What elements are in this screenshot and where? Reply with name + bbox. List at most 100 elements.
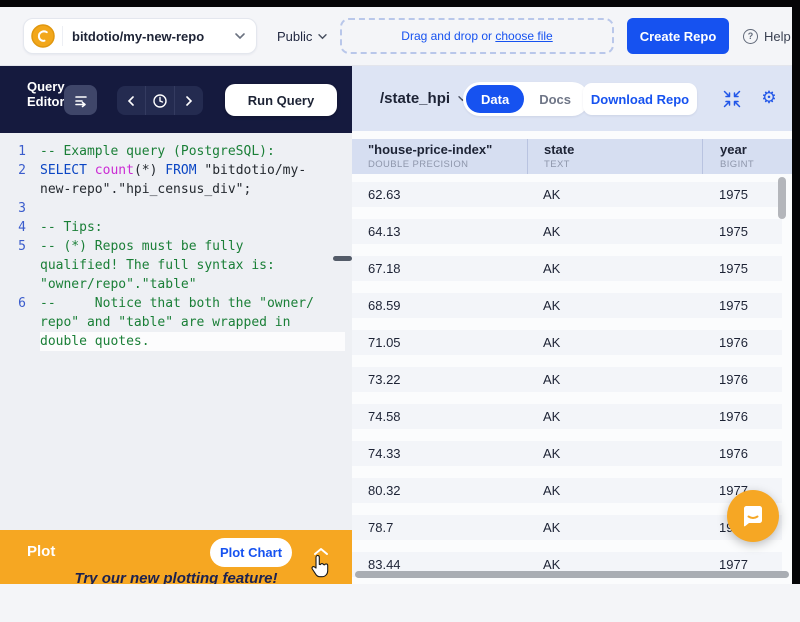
horizontal-scrollbar-thumb[interactable]: [355, 571, 789, 578]
history-next-button[interactable]: [174, 86, 203, 115]
gear-icon: ⚙: [761, 88, 777, 108]
code-line: 6 -- Notice that both the "owner/repo" an…: [0, 294, 352, 351]
table-cell: 1976: [719, 372, 748, 387]
table-cell: AK: [543, 557, 561, 572]
panel-resize-handle[interactable]: [333, 256, 352, 261]
query-history-controls: [117, 86, 203, 115]
chevron-up-icon: [314, 547, 328, 555]
table-cell: AK: [543, 224, 561, 239]
table-row[interactable]: 78.7AK1977: [352, 515, 782, 540]
line-number: 4: [18, 220, 26, 235]
column-type: BIGINT: [720, 159, 755, 170]
tab-docs[interactable]: Docs: [524, 85, 586, 113]
frame-top-border: [0, 0, 800, 7]
table-cell: 1976: [719, 335, 748, 350]
code-text: -- (*) Repos must be fully qualified! Th…: [40, 237, 317, 294]
table-cell: 62.63: [368, 187, 401, 202]
format-query-button[interactable]: [64, 85, 97, 115]
table-row[interactable]: 71.05 AK 1976: [352, 330, 782, 355]
table-cell: 1975: [719, 224, 748, 239]
data-panel-header: /state_hpi Data Docs Download Repo ⚙: [352, 66, 792, 131]
plot-bar: Plot Plot Chart Try our new plotting fea…: [0, 530, 352, 584]
table-cell: AK: [543, 483, 561, 498]
collapse-arrows-icon: [723, 90, 741, 108]
column-header[interactable]: "house-price-index" DOUBLE PRECISION: [352, 139, 527, 174]
code-text: -- Notice that both the "owner/repo" and…: [40, 294, 317, 351]
token-comment: -- Notice that both the "owner/repo" and…: [40, 296, 314, 349]
table-row[interactable]: 80.32 AK 1977: [352, 478, 782, 503]
table-row[interactable]: 68.59 AK 1975: [352, 293, 782, 318]
table-cell: AK: [543, 372, 561, 387]
repo-selector[interactable]: bitdotio/my-new-repo: [23, 18, 257, 54]
tab-data[interactable]: Data: [466, 85, 525, 113]
token-keyword: FROM: [165, 163, 197, 178]
choose-file-link[interactable]: choose file: [495, 29, 552, 43]
visibility-dropdown[interactable]: Public: [271, 18, 334, 54]
token-comment: -- (*) Repos must be fully qualified! Th…: [40, 239, 283, 292]
clock-icon: [153, 93, 167, 108]
vertical-scrollbar-thumb[interactable]: [778, 177, 786, 219]
table-row[interactable]: 67.18 AK 1975: [352, 256, 782, 281]
table-cell: 1975: [719, 298, 748, 313]
dropzone-text: Drag and drop or: [401, 29, 496, 43]
table-cell: AK: [543, 298, 561, 313]
plot-chart-button[interactable]: Plot Chart: [210, 538, 292, 567]
question-circle-icon: ?: [743, 28, 758, 44]
column-header[interactable]: state TEXT: [527, 139, 702, 174]
table-selector[interactable]: /state_hpi: [380, 66, 468, 131]
settings-button[interactable]: ⚙: [758, 86, 780, 110]
line-number: 3: [18, 201, 26, 216]
table-row[interactable]: 64.13 AK 1975: [352, 219, 782, 244]
table-cell: 71.05: [368, 335, 401, 350]
table-header-row: "house-price-index" DOUBLE PRECISION state…: [352, 139, 792, 174]
table-row[interactable]: 74.33 AK 1976: [352, 441, 782, 466]
data-panel: /state_hpi Data Docs Download Repo ⚙ "hou…: [352, 66, 792, 584]
table-cell: 67.18: [368, 261, 401, 276]
token-func: count: [94, 163, 134, 178]
token-comment: -- Example query (PostgreSQL):: [40, 144, 275, 159]
file-dropzone[interactable]: Drag and drop or choose file: [340, 18, 614, 54]
token-plain: (*): [133, 163, 166, 178]
chevron-down-icon: [318, 33, 328, 39]
create-repo-button[interactable]: Create Repo: [627, 18, 729, 54]
table-row[interactable]: 73.22 AK 1976: [352, 367, 782, 392]
table-cell: 1976: [719, 446, 748, 461]
table-cell: 1976: [719, 409, 748, 424]
chevron-down-icon: [235, 33, 245, 40]
chat-launcher-button[interactable]: [727, 490, 779, 542]
download-repo-button[interactable]: Download Repo: [583, 83, 697, 115]
line-number: 2: [18, 163, 26, 178]
column-name: state: [544, 142, 575, 157]
plot-collapse-button[interactable]: [310, 541, 332, 561]
run-query-button[interactable]: Run Query: [225, 84, 337, 116]
chevron-left-icon: [127, 95, 134, 106]
table-selector-label: /state_hpi: [380, 90, 451, 107]
collapse-panel-button[interactable]: [722, 89, 742, 109]
sql-editor[interactable]: 1 -- Example query (PostgreSQL): 2 SELECT c…: [0, 133, 352, 530]
column-header[interactable]: year BIGINT: [702, 139, 792, 174]
bitio-logo-icon: [31, 24, 55, 48]
column-name: year: [720, 142, 747, 157]
table-row[interactable]: 62.63 AK 1975: [352, 182, 782, 207]
plot-banner-text: Try our new plotting feature!: [74, 570, 278, 584]
top-bar: bitdotio/my-new-repo Public Drag and dro…: [0, 7, 800, 66]
help-button[interactable]: ? Help: [743, 18, 791, 54]
table-cell: 74.33: [368, 446, 401, 461]
table-cell: 73.22: [368, 372, 401, 387]
code-text: -- Tips:: [40, 218, 317, 237]
table-cell: AK: [543, 520, 561, 535]
table-cell: AK: [543, 187, 561, 202]
table-row[interactable]: 74.58 AK 1976: [352, 404, 782, 429]
history-prev-button[interactable]: [117, 86, 145, 115]
help-label: Help: [764, 28, 791, 44]
table-cell: 78.7: [368, 520, 394, 535]
history-button[interactable]: [145, 86, 174, 115]
table-cell: 74.58: [368, 409, 401, 424]
code-line: 3: [0, 199, 352, 218]
table-body[interactable]: 62.63 AK 1975 64.13 AK 1975 67.18 AK 1975 68.59 AK…: [352, 174, 792, 622]
table-cell: AK: [543, 446, 561, 461]
line-number: 1: [18, 144, 26, 159]
divider: [62, 26, 63, 46]
code-line: 5 -- (*) Repos must be fully qualified! T…: [0, 237, 352, 294]
code-line: 1 -- Example query (PostgreSQL):: [0, 142, 352, 161]
